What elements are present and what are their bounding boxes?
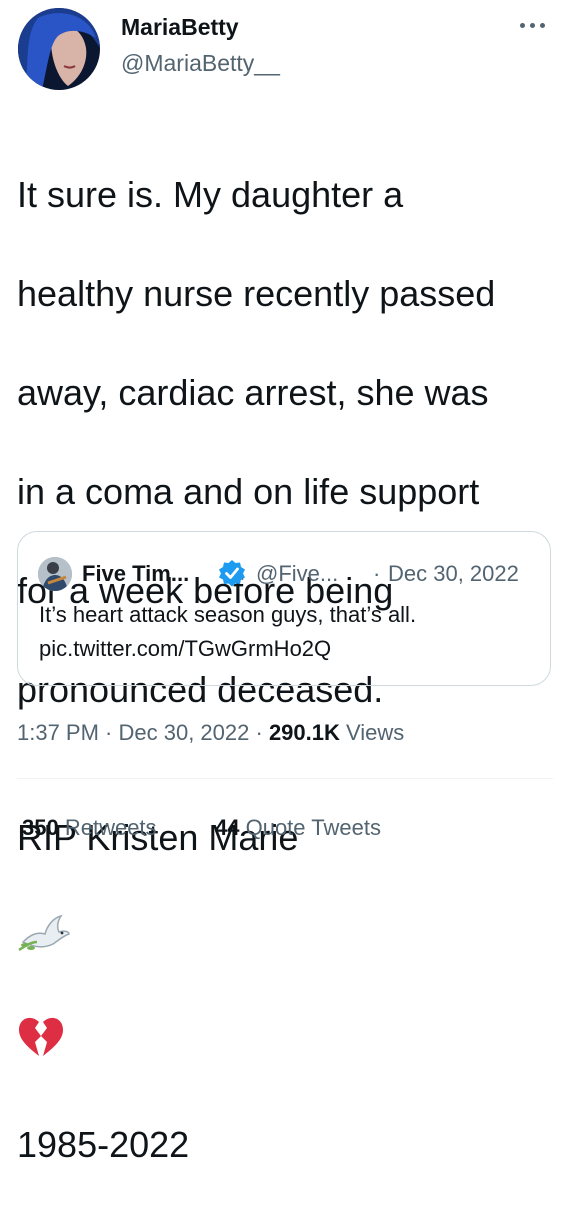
quote-tweets-label: Quote Tweets bbox=[239, 815, 381, 840]
retweets-stat[interactable]: 350 Retweets bbox=[22, 815, 157, 841]
quoted-tweet-text-line: It’s heart attack season guys, that’s al… bbox=[39, 602, 417, 627]
tweet-text-line: healthy nurse recently passed bbox=[17, 272, 496, 314]
verified-badge-icon bbox=[218, 559, 246, 587]
quoted-tweet-link[interactable]: pic.twitter.com/TGwGrmHo2Q bbox=[39, 632, 539, 666]
author-name[interactable]: MariaBetty bbox=[121, 14, 239, 41]
separator-dot: · bbox=[373, 561, 381, 586]
author-avatar[interactable] bbox=[18, 8, 100, 90]
quoted-author-handle[interactable]: @Five... bbox=[256, 561, 338, 587]
tweet-metadata: 1:37 PM · Dec 30, 2022 · 290.1K Views bbox=[17, 720, 404, 746]
separator-dot: · bbox=[98, 720, 119, 745]
tweet-text-line: away, cardiac arrest, she was bbox=[17, 371, 489, 413]
dove-emoji-icon bbox=[17, 863, 71, 967]
quoted-tweet-date[interactable]: Dec 30, 2022 bbox=[388, 561, 519, 587]
quoted-tweet-text: It’s heart attack season guys, that’s al… bbox=[39, 598, 539, 666]
quote-tweets-count: 44 bbox=[215, 815, 240, 840]
quoted-author-avatar[interactable] bbox=[38, 557, 72, 591]
divider bbox=[17, 778, 553, 779]
views-count: 290.1K bbox=[268, 720, 340, 745]
separator-dot: · bbox=[249, 720, 269, 745]
quoted-author-name[interactable]: Five Tim... bbox=[82, 561, 189, 587]
tweet-text-line: It sure is. My daughter a bbox=[17, 173, 404, 215]
quoted-tweet-card[interactable]: Five Tim... @Five... · Dec 30, 2022 It’s… bbox=[17, 531, 551, 686]
tweet-time[interactable]: 1:37 PM bbox=[17, 720, 99, 745]
views-label: Views bbox=[339, 720, 405, 745]
retweets-count: 350 bbox=[22, 815, 59, 840]
broken-heart-emoji-icon bbox=[17, 967, 65, 1071]
quote-tweets-stat[interactable]: 44 Quote Tweets bbox=[215, 815, 381, 841]
tweet-date[interactable]: Dec 30, 2022 bbox=[119, 720, 250, 745]
retweets-label: Retweets bbox=[58, 815, 157, 840]
author-handle[interactable]: @MariaBetty__ bbox=[121, 50, 280, 77]
tweet-text-line-rip: RIP Kristen Marie bbox=[17, 764, 557, 1071]
tweet-text-line: in a coma and on life support bbox=[17, 470, 480, 512]
tweet-text-line: 1985-2022 bbox=[17, 1124, 190, 1165]
more-options-icon[interactable] bbox=[516, 17, 550, 33]
